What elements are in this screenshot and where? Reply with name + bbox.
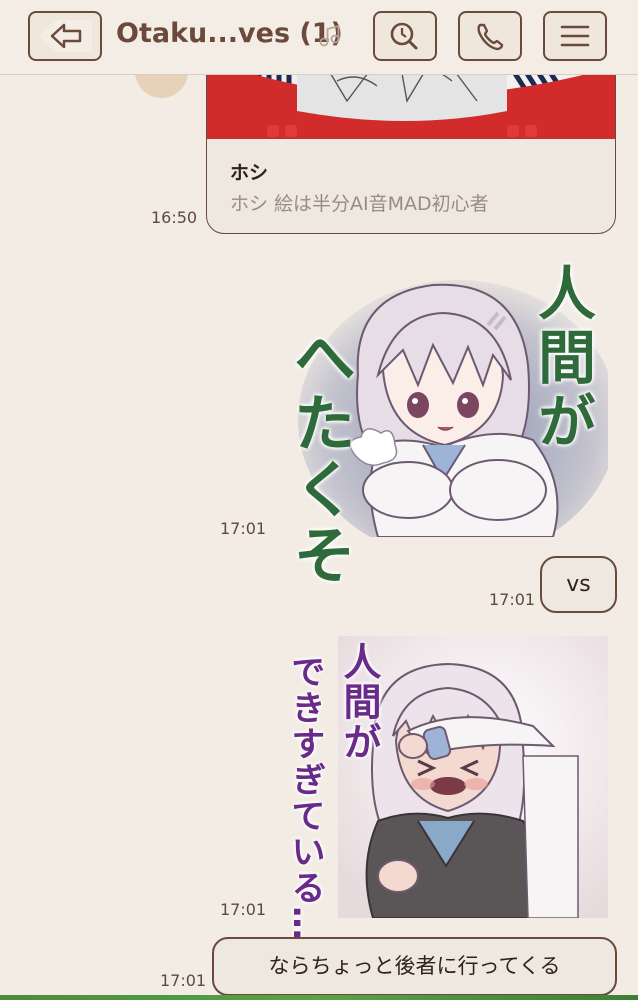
sticker-text-bottom: できすぎている… xyxy=(285,654,325,942)
message-time: 17:01 xyxy=(489,590,536,609)
link-card-description: ホシ 絵は半分AI音MAD初心者 xyxy=(230,193,489,215)
message-bubble[interactable]: vs xyxy=(540,556,617,613)
menu-button[interactable] xyxy=(543,11,607,61)
sticker-text-right: 人間が xyxy=(528,263,596,455)
link-card-title: ホシ xyxy=(230,162,269,184)
sticker-text-left: へたくそ xyxy=(283,325,356,589)
sticker-image[interactable]: へたくそ 人間が xyxy=(283,255,608,589)
back-button[interactable] xyxy=(28,11,102,61)
music-note-icon xyxy=(319,24,340,47)
back-arrow-icon xyxy=(38,20,92,52)
sticker-image[interactable]: 人間が できすぎている… xyxy=(278,636,608,942)
message-time: 16:50 xyxy=(151,208,198,227)
message-time: 17:01 xyxy=(220,900,267,919)
chat-title[interactable]: Otaku...ves (1) xyxy=(116,18,343,49)
bottom-strip xyxy=(0,995,638,1000)
chat-header: Otaku...ves (1) xyxy=(0,0,638,75)
search-button[interactable] xyxy=(373,11,437,61)
phone-icon xyxy=(477,23,504,51)
sticker-text-top: 人間が xyxy=(337,642,381,762)
message-time: 17:01 xyxy=(160,971,207,990)
search-icon xyxy=(390,22,418,50)
menu-icon xyxy=(560,25,590,47)
call-button[interactable] xyxy=(458,11,522,61)
message-bubble[interactable]: ならちょっと後者に行ってくる xyxy=(212,937,617,996)
message-time: 17:01 xyxy=(220,519,267,538)
